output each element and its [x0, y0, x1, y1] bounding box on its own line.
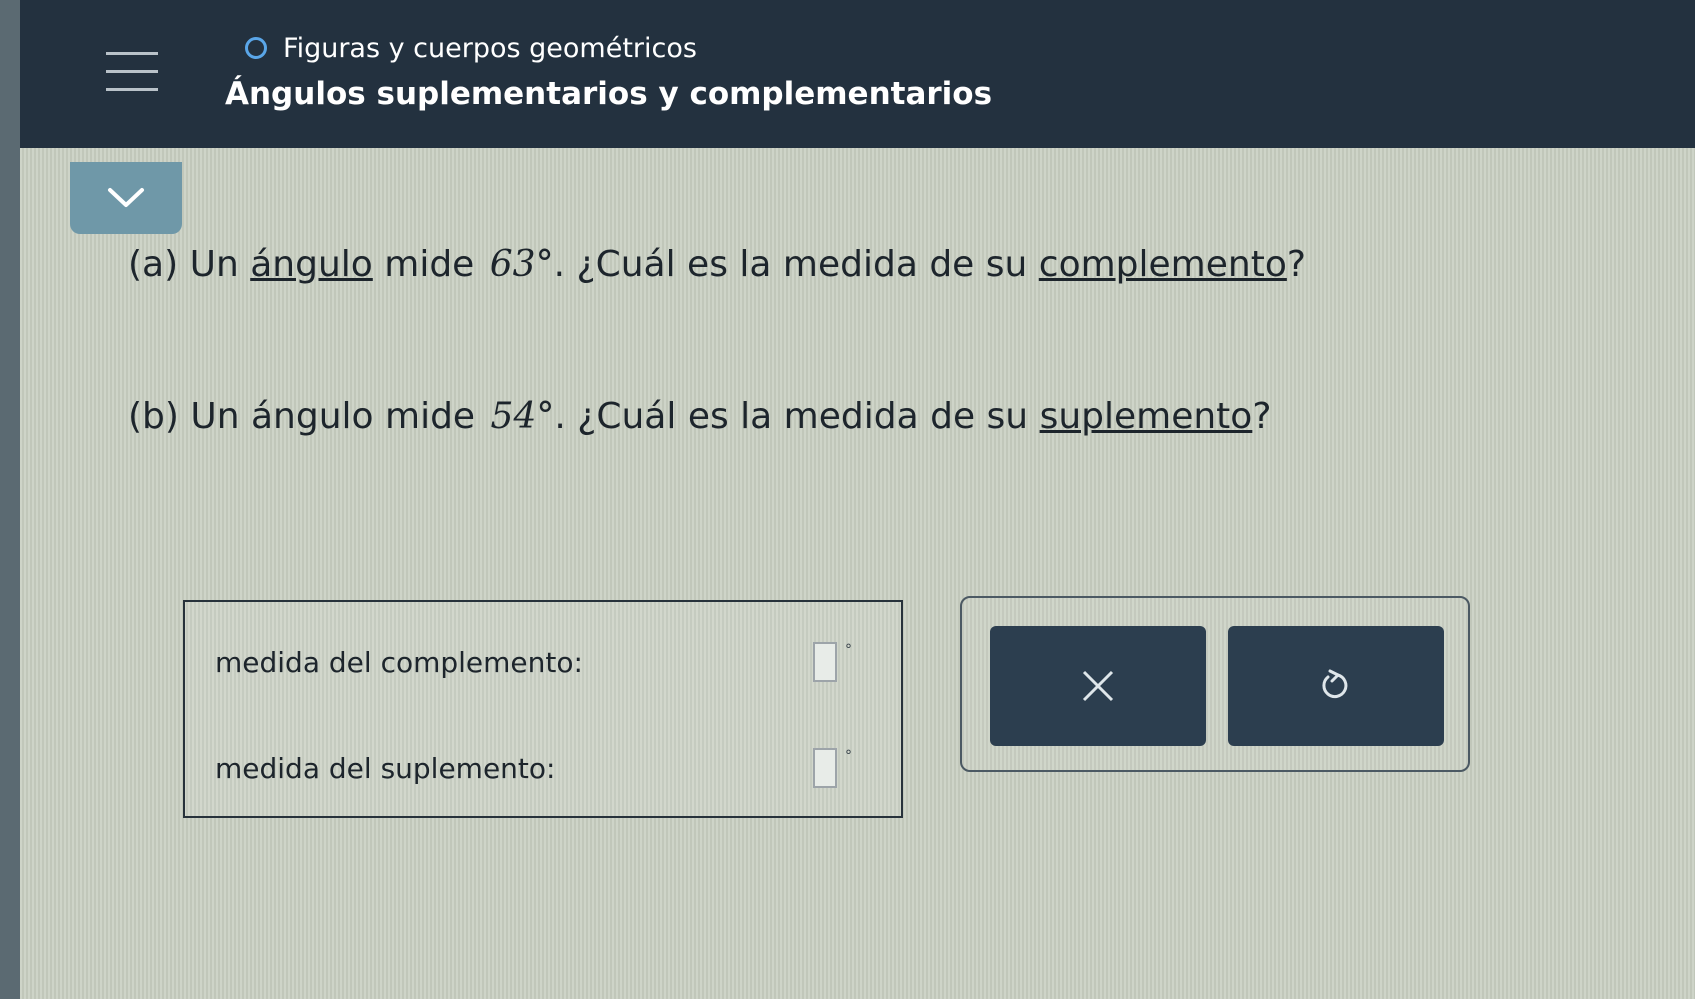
question-b-prefix: (b) Un ángulo mide: [128, 396, 476, 437]
supplement-label: medida del suplemento:: [215, 751, 556, 785]
question-b: (b) Un ángulo mide 54°. ¿Cuál es la medi…: [128, 396, 1271, 437]
question-a-middle: mide: [384, 244, 475, 285]
answer-panel: medida del complemento: ° medida del sup…: [183, 600, 903, 818]
undo-icon: [1322, 669, 1348, 699]
progress-circle-icon: [245, 37, 267, 59]
question-b-text: . ¿Cuál es la medida de su: [554, 396, 1029, 437]
close-icon: [1082, 670, 1114, 702]
action-button-panel: [960, 596, 1470, 772]
question-a-text: . ¿Cuál es la medida de su: [553, 244, 1028, 285]
question-a: (a) Un ángulo mide 63°. ¿Cuál es la medi…: [128, 244, 1306, 285]
term-link-suplemento[interactable]: suplemento: [1040, 396, 1253, 437]
question-b-suffix: ?: [1252, 396, 1272, 437]
topic-breadcrumb: Figuras y cuerpos geométricos: [245, 28, 697, 68]
chevron-down-icon: [108, 188, 144, 207]
supplement-degree-unit: °: [845, 748, 852, 764]
collapse-toggle[interactable]: [70, 162, 182, 234]
topic-label: Figuras y cuerpos geométricos: [283, 32, 697, 64]
clear-button[interactable]: [990, 626, 1206, 746]
complement-row: medida del complemento: °: [215, 642, 852, 682]
undo-button[interactable]: [1228, 626, 1444, 746]
supplement-input[interactable]: [813, 748, 837, 788]
complement-label: medida del complemento:: [215, 645, 583, 679]
term-link-angulo[interactable]: ángulo: [250, 244, 373, 285]
left-edge: [0, 0, 20, 999]
supplement-row: medida del suplemento: °: [215, 748, 852, 788]
page-title: Ángulos suplementarios y complementarios: [225, 76, 993, 112]
question-a-value: 63°: [489, 244, 554, 285]
complement-degree-unit: °: [845, 642, 852, 658]
complement-input[interactable]: [813, 642, 837, 682]
top-header: Figuras y cuerpos geométricos Ángulos su…: [20, 0, 1695, 148]
hamburger-menu-icon[interactable]: [102, 44, 162, 100]
question-a-prefix: (a) Un: [128, 244, 239, 285]
question-a-suffix: ?: [1286, 244, 1306, 285]
question-b-value: 54°: [490, 396, 555, 437]
term-link-complemento[interactable]: complemento: [1039, 244, 1287, 285]
